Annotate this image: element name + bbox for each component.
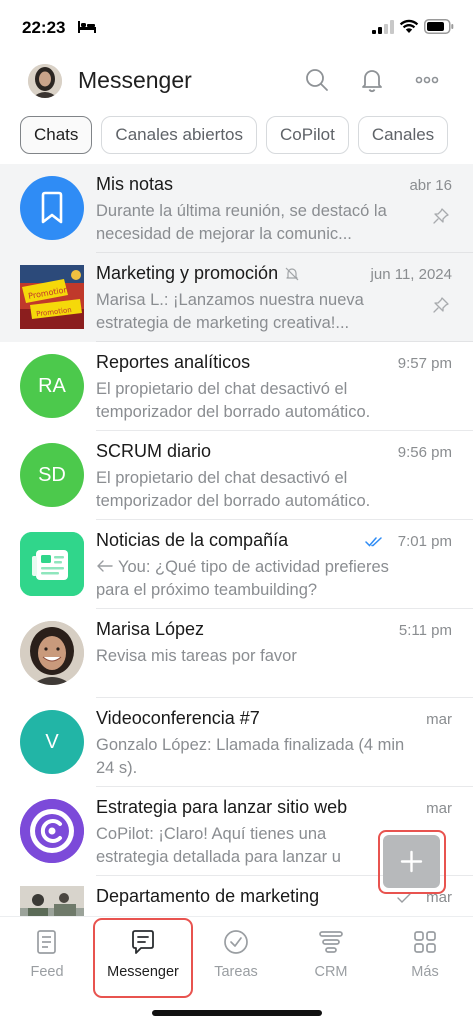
avatar-initials: V <box>45 731 59 753</box>
new-chat-button[interactable] <box>383 835 440 888</box>
chat-avatar <box>20 621 84 685</box>
chat-avatar <box>20 799 84 863</box>
tab-feed[interactable]: Feed <box>2 927 92 993</box>
home-indicator[interactable] <box>152 1010 322 1016</box>
chat-time: 7:01 pm <box>397 533 452 550</box>
promotion-image: Promotion Promotion <box>20 265 84 329</box>
pin-icon <box>433 208 449 224</box>
chat-list: Mis notas abr 16 Durante la última reuni… <box>0 164 473 916</box>
tab-label: Messenger <box>107 964 179 980</box>
chip-canales-abiertos[interactable]: Canales abiertos <box>101 116 257 154</box>
chat-time: mar <box>426 800 452 817</box>
grid-icon <box>414 931 436 953</box>
chat-avatar <box>20 886 84 916</box>
wifi-icon <box>399 19 419 33</box>
person-photo <box>20 621 84 685</box>
chat-title: Marisa López <box>96 619 205 639</box>
signal-icon <box>372 20 394 34</box>
app-header: Messenger <box>0 56 473 108</box>
avatar-initials: RA <box>38 375 66 397</box>
chat-item-scrum-diario[interactable]: SD SCRUM diario 9:56 pm El propietario d… <box>0 431 473 520</box>
chat-title: SCRUM diario <box>96 441 212 461</box>
chat-item-marisa-lopez[interactable]: Marisa López 5:11 pm Revisa mis tareas p… <box>0 609 473 698</box>
tab-tareas[interactable]: Tareas <box>191 927 281 993</box>
tab-messenger[interactable]: Messenger <box>98 927 188 993</box>
chat-time: 9:57 pm <box>397 355 452 372</box>
chip-canales[interactable]: Canales <box>357 116 449 154</box>
double-check-icon <box>365 537 382 547</box>
chat-preview: El propietario del chat desactivó el tem… <box>96 380 371 421</box>
search-icon[interactable] <box>303 66 331 94</box>
feed-icon <box>37 930 56 954</box>
avatar-initials: SD <box>38 464 66 486</box>
status-bar: 22:23 <box>0 0 473 56</box>
news-icon <box>20 532 84 596</box>
chat-item-videoconferencia-7[interactable]: V Videoconferencia #7 mar Gonzalo López:… <box>0 698 473 787</box>
page-title: Messenger <box>78 67 192 93</box>
chat-preview: El propietario del chat desactivó el tem… <box>96 469 371 510</box>
chat-item-reportes-analiticos[interactable]: RA Reportes analíticos 9:57 pm El propie… <box>0 342 473 431</box>
new-chat-highlight <box>378 830 446 894</box>
chat-item-marketing-promocion[interactable]: Promotion Promotion Marketing y promoció… <box>0 253 473 342</box>
chat-time: abr 16 <box>409 177 452 194</box>
copilot-icon <box>20 799 84 863</box>
pin-icon <box>433 297 449 313</box>
bed-icon <box>78 21 96 33</box>
chat-avatar: RA <box>20 354 84 418</box>
chat-title: Noticias de la compañía <box>96 530 289 550</box>
chat-title: Marketing y promoción <box>96 263 300 284</box>
user-photo-icon <box>28 64 62 98</box>
chat-preview: Durante la última reunión, se destacó la… <box>96 202 387 243</box>
tab-crm[interactable]: CRM <box>286 927 376 993</box>
chat-preview: Marisa L.: ¡Lanzamos nuestra nueva estra… <box>96 291 364 332</box>
bell-icon[interactable] <box>358 66 386 94</box>
plus-icon <box>400 850 423 873</box>
chat-avatar: SD <box>20 443 84 507</box>
chat-preview: CoPilot: ¡Claro! Aquí tienes una estrate… <box>96 825 341 866</box>
tab-label: CRM <box>314 964 348 980</box>
chat-time: jun 11, 2024 <box>370 266 452 283</box>
chat-time: 9:56 pm <box>397 444 452 461</box>
chat-title: Reportes analíticos <box>96 352 251 372</box>
tab-mas[interactable]: Más <box>380 927 470 993</box>
tab-label: Tareas <box>214 964 258 980</box>
chat-avatar: V <box>20 710 84 774</box>
chat-preview: You: ¿Qué tipo de actividad prefieres pa… <box>96 558 389 599</box>
chat-title: Videoconferencia #7 <box>96 708 260 728</box>
bottom-tab-bar: Feed Messenger Tareas CRM Más <box>0 916 473 1024</box>
chat-preview: Revisa mis tareas por favor <box>96 647 297 665</box>
status-time: 22:23 <box>22 18 66 37</box>
crm-filter-icon <box>319 931 343 953</box>
mute-bell-icon <box>285 267 299 281</box>
chip-chats[interactable]: Chats <box>20 116 93 154</box>
chat-avatar <box>20 532 84 596</box>
chat-avatar <box>20 176 84 240</box>
more-icon[interactable] <box>413 66 441 94</box>
chat-time: mar <box>426 711 452 728</box>
chat-title: Estrategia para lanzar sitio web <box>96 797 348 817</box>
battery-icon <box>424 19 454 34</box>
chat-preview: Gonzalo López: Llamada finalizada (4 min… <box>96 736 405 777</box>
check-circle-icon <box>224 930 248 954</box>
chat-bubble-icon <box>132 930 154 954</box>
tab-label: Feed <box>30 964 64 980</box>
chat-item-noticias-compania[interactable]: Noticias de la compañía 7:01 pm You: ¿Qu… <box>0 520 473 609</box>
chat-title: Mis notas <box>96 174 174 194</box>
bookmark-icon <box>41 191 63 224</box>
group-photo <box>20 886 84 916</box>
reply-icon <box>97 560 113 572</box>
chat-title: Departamento de marketing <box>96 886 320 906</box>
chip-copilot[interactable]: CoPilot <box>266 116 349 154</box>
chat-avatar: Promotion Promotion <box>20 265 84 329</box>
tab-label: Más <box>411 964 439 980</box>
user-avatar[interactable] <box>28 64 62 98</box>
chat-time: 5:11 pm <box>398 622 452 639</box>
filter-chips: Chats Canales abiertos CoPilot Canales <box>20 116 473 156</box>
chat-item-mis-notas[interactable]: Mis notas abr 16 Durante la última reuni… <box>0 164 473 253</box>
